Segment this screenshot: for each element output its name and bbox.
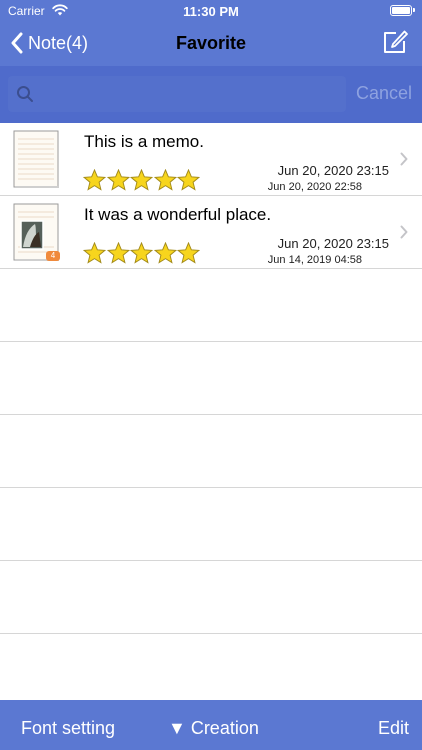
note-title: It was a wonderful place. [84,205,272,224]
empty-row [0,269,422,342]
empty-row [0,415,422,488]
note-document-icon [13,130,59,188]
note-title: This is a memo. [84,132,204,151]
created-date: Jun 20, 2020 22:58 [267,181,362,193]
star-icon [130,242,153,264]
battery-icon [390,5,415,16]
star-rating [83,242,201,264]
cancel-button[interactable]: Cancel [356,83,412,104]
list-item[interactable]: 4 It was a wonderful place. Jun 20, 2020… [0,196,422,269]
edit-button[interactable]: Edit [378,718,409,739]
search-input[interactable] [42,76,342,114]
star-icon [153,169,177,191]
page-title: Favorite [175,33,247,53]
chevron-right-icon [400,225,408,239]
star-icon [177,242,200,264]
updated-date: Jun 20, 2020 23:15 [277,163,389,178]
notes-list: This is a memo. Jun 20, 2020 23:15 Jun 2… [0,123,422,706]
updated-date: Jun 20, 2020 23:15 [277,236,389,251]
star-icon [106,169,130,191]
status-time: 11:30 PM [183,4,239,19]
star-icon [177,169,200,191]
list-item[interactable]: This is a memo. Jun 20, 2020 23:15 Jun 2… [0,123,422,196]
sort-creation-button[interactable]: ▼ Creation [168,718,259,739]
empty-row [0,561,422,634]
created-date: Jun 14, 2019 04:58 [267,254,362,266]
empty-row [0,634,422,706]
search-field[interactable] [8,76,346,114]
status-bar: Carrier 11:30 PM [0,0,422,22]
chevron-right-icon [400,152,408,166]
star-rating [83,169,201,191]
compose-icon[interactable] [382,30,408,54]
star-icon [106,242,130,264]
empty-row [0,342,422,415]
star-icon [83,242,106,264]
font-setting-button[interactable]: Font setting [21,718,115,739]
bottom-toolbar: Font setting ▼ Creation Edit [0,700,422,750]
star-icon [153,242,177,264]
empty-row [0,488,422,561]
attachment-count-label: 4 [50,251,56,260]
star-icon [83,169,106,191]
nav-header: Carrier 11:30 PM Note(4) Favorite [0,0,422,66]
search-icon [17,86,33,102]
star-icon [130,169,153,191]
